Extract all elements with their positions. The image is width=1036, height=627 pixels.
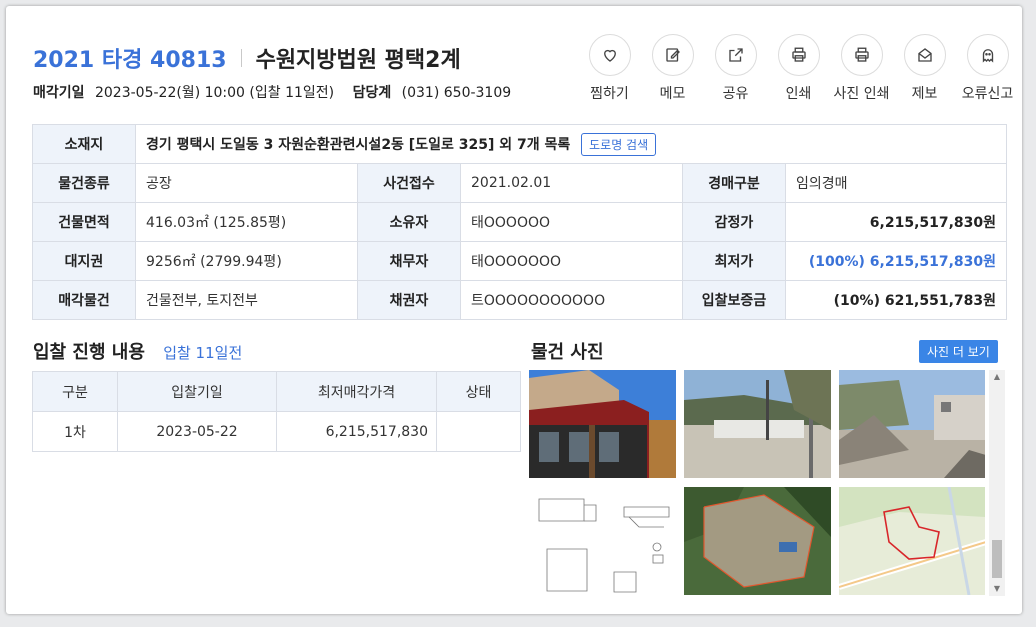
- bid-date: 2023-05-22: [117, 411, 277, 452]
- debtor-value: 태OOOOOOO: [460, 241, 683, 281]
- scroll-thumb[interactable]: [992, 540, 1002, 578]
- photo-image: [529, 487, 676, 595]
- photo-image: [684, 370, 831, 478]
- creditor-label: 채권자: [357, 280, 461, 320]
- minimum-price-value: (100%) 6,215,517,830원: [784, 241, 1008, 281]
- property-photo-aerial[interactable]: [684, 487, 831, 595]
- property-photo-map[interactable]: [838, 486, 985, 596]
- location-cell: 경기 평택시 도일동 3 자원순환관련시설2동 [도일로 325] 외 7개 목…: [134, 124, 1008, 164]
- building-area-label: 건물면적: [32, 202, 136, 242]
- photo-image: [839, 370, 985, 478]
- land-right-label: 대지권: [32, 241, 136, 281]
- edit-icon: [665, 48, 680, 62]
- scroll-down-arrow-icon[interactable]: ▼: [989, 582, 1005, 596]
- memo-label: 메모: [659, 86, 686, 102]
- scroll-up-arrow-icon[interactable]: ▲: [989, 370, 1005, 384]
- location-label: 소재지: [32, 124, 136, 164]
- photo-print-button[interactable]: 사진 인쇄: [830, 34, 893, 103]
- favorite-label: 찜하기: [590, 86, 629, 102]
- error-report-label: 오류신고: [961, 86, 1014, 102]
- bid-deposit-label: 입찰보증금: [682, 280, 786, 320]
- printer-icon: [791, 47, 806, 62]
- title-divider: [240, 49, 242, 67]
- building-area-value: 416.03㎡ (125.85평): [135, 202, 358, 242]
- bid-min-price: 6,215,517,830: [276, 411, 437, 452]
- bid-progress-title: 입찰 진행 내용: [33, 342, 145, 363]
- case-received-value: 2021.02.01: [460, 163, 683, 203]
- appraisal-value: 6,215,517,830원: [784, 202, 1008, 242]
- minimum-price-label: 최저가: [682, 241, 786, 281]
- property-type-label: 물건종류: [32, 163, 136, 203]
- table-row: 매각물건 건물전부, 토지전부 채권자 트OOOOOOOOOOO 입찰보증금 (…: [32, 280, 1008, 320]
- report-button[interactable]: 제보: [893, 34, 956, 103]
- owner-label: 소유자: [357, 202, 461, 242]
- error-report-button[interactable]: 오류신고: [956, 34, 1019, 103]
- case-number: 2021 타경 40813: [33, 48, 227, 73]
- manager-phone: (031) 650-3109: [401, 85, 512, 101]
- mail-icon: [917, 48, 932, 62]
- memo-button[interactable]: 메모: [641, 34, 704, 103]
- table-row: 1차 2023-05-22 6,215,517,830: [32, 411, 521, 452]
- case-received-label: 사건접수: [357, 163, 461, 203]
- table-row: 건물면적 416.03㎡ (125.85평) 소유자 태OOOOOO 감정가 6…: [32, 202, 1008, 242]
- bid-deposit-value: (10%) 621,551,783원: [784, 280, 1008, 320]
- photo-image: [838, 486, 985, 596]
- location-value: 경기 평택시 도일동 3 자원순환관련시설2동 [도일로 325] 외 7개 목…: [146, 136, 571, 153]
- property-photo-floorplan[interactable]: [529, 487, 676, 595]
- meta-row: 매각기일 2023-05-22(월) 10:00 (입찰 11일전) 담당계 (…: [33, 82, 511, 102]
- photo-image: [529, 370, 676, 478]
- sale-date-label: 매각기일: [33, 85, 85, 101]
- road-name-search-button[interactable]: 도로명 검색: [581, 132, 657, 156]
- share-button[interactable]: 공유: [704, 34, 767, 103]
- bid-progress-subtitle: 입찰 11일전: [163, 344, 243, 362]
- auction-type-label: 경매구분: [682, 163, 786, 203]
- table-row: 물건종류 공장 사건접수 2021.02.01 경매구분 임의경매: [32, 163, 1008, 203]
- share-label: 공유: [722, 86, 749, 102]
- table-row: 대지권 9256㎡ (2799.94평) 채무자 태OOOOOOO 최저가 (1…: [32, 241, 1008, 281]
- sale-date-value: 2023-05-22(월) 10:00 (입찰 11일전): [94, 85, 335, 101]
- column-header: 입찰기일: [117, 371, 277, 412]
- action-toolbar: 찜하기 메모 공유 인쇄 사진 인쇄 제보 오류신고: [578, 34, 1019, 103]
- land-right-value: 9256㎡ (2799.94평): [135, 241, 358, 281]
- gallery-scrollbar[interactable]: ▲ ▼: [989, 370, 1005, 596]
- bid-status: [436, 411, 521, 452]
- column-header: 상태: [436, 371, 521, 412]
- favorite-button[interactable]: 찜하기: [578, 34, 641, 103]
- photos-section-title: 물건 사진: [531, 342, 604, 363]
- auction-detail-card: 2021 타경 40813 수원지방법원 평택2계 매각기일 2023-05-2…: [6, 6, 1022, 614]
- appraisal-label: 감정가: [682, 202, 786, 242]
- ghost-icon: [982, 49, 993, 63]
- property-photo-building[interactable]: [529, 370, 676, 478]
- printer-icon: [854, 47, 869, 62]
- column-header: 최저매각가격: [276, 371, 437, 412]
- auction-type-value: 임의경매: [784, 163, 1008, 203]
- table-header-row: 구분 입찰기일 최저매각가격 상태: [32, 371, 521, 412]
- print-label: 인쇄: [785, 86, 812, 102]
- bid-round: 1차: [32, 411, 118, 452]
- court-name: 수원지방법원 평택2계: [255, 48, 461, 73]
- property-photo-gravel[interactable]: [839, 370, 985, 478]
- bid-progress-table: 구분 입찰기일 최저매각가격 상태 1차 2023-05-22 6,215,51…: [32, 371, 521, 452]
- photo-print-label: 사진 인쇄: [833, 86, 890, 102]
- title-row: 2021 타경 40813 수원지방법원 평택2계: [33, 42, 461, 74]
- table-row: 소재지 경기 평택시 도일동 3 자원순환관련시설2동 [도일로 325] 외 …: [32, 124, 1008, 164]
- owner-value: 태OOOOOO: [460, 202, 683, 242]
- debtor-label: 채무자: [357, 241, 461, 281]
- bid-progress-section-title: 입찰 진행 내용 입찰 11일전: [33, 338, 242, 364]
- property-info-table: 소재지 경기 평택시 도일동 3 자원순환관련시설2동 [도일로 325] 외 …: [32, 124, 1008, 320]
- sale-items-label: 매각물건: [32, 280, 136, 320]
- heart-icon: [603, 49, 616, 62]
- report-label: 제보: [911, 86, 938, 102]
- creditor-value: 트OOOOOOOOOOO: [460, 280, 683, 320]
- print-button[interactable]: 인쇄: [767, 34, 830, 103]
- column-header: 구분: [32, 371, 118, 412]
- manager-label: 담당계: [352, 85, 392, 101]
- photo-image: [684, 487, 831, 595]
- property-photo-site[interactable]: [684, 370, 831, 478]
- more-photos-button[interactable]: 사진 더 보기: [919, 340, 998, 363]
- share-icon: [728, 48, 743, 62]
- sale-items-value: 건물전부, 토지전부: [135, 280, 358, 320]
- photo-gallery: [529, 370, 985, 596]
- property-type-value: 공장: [135, 163, 358, 203]
